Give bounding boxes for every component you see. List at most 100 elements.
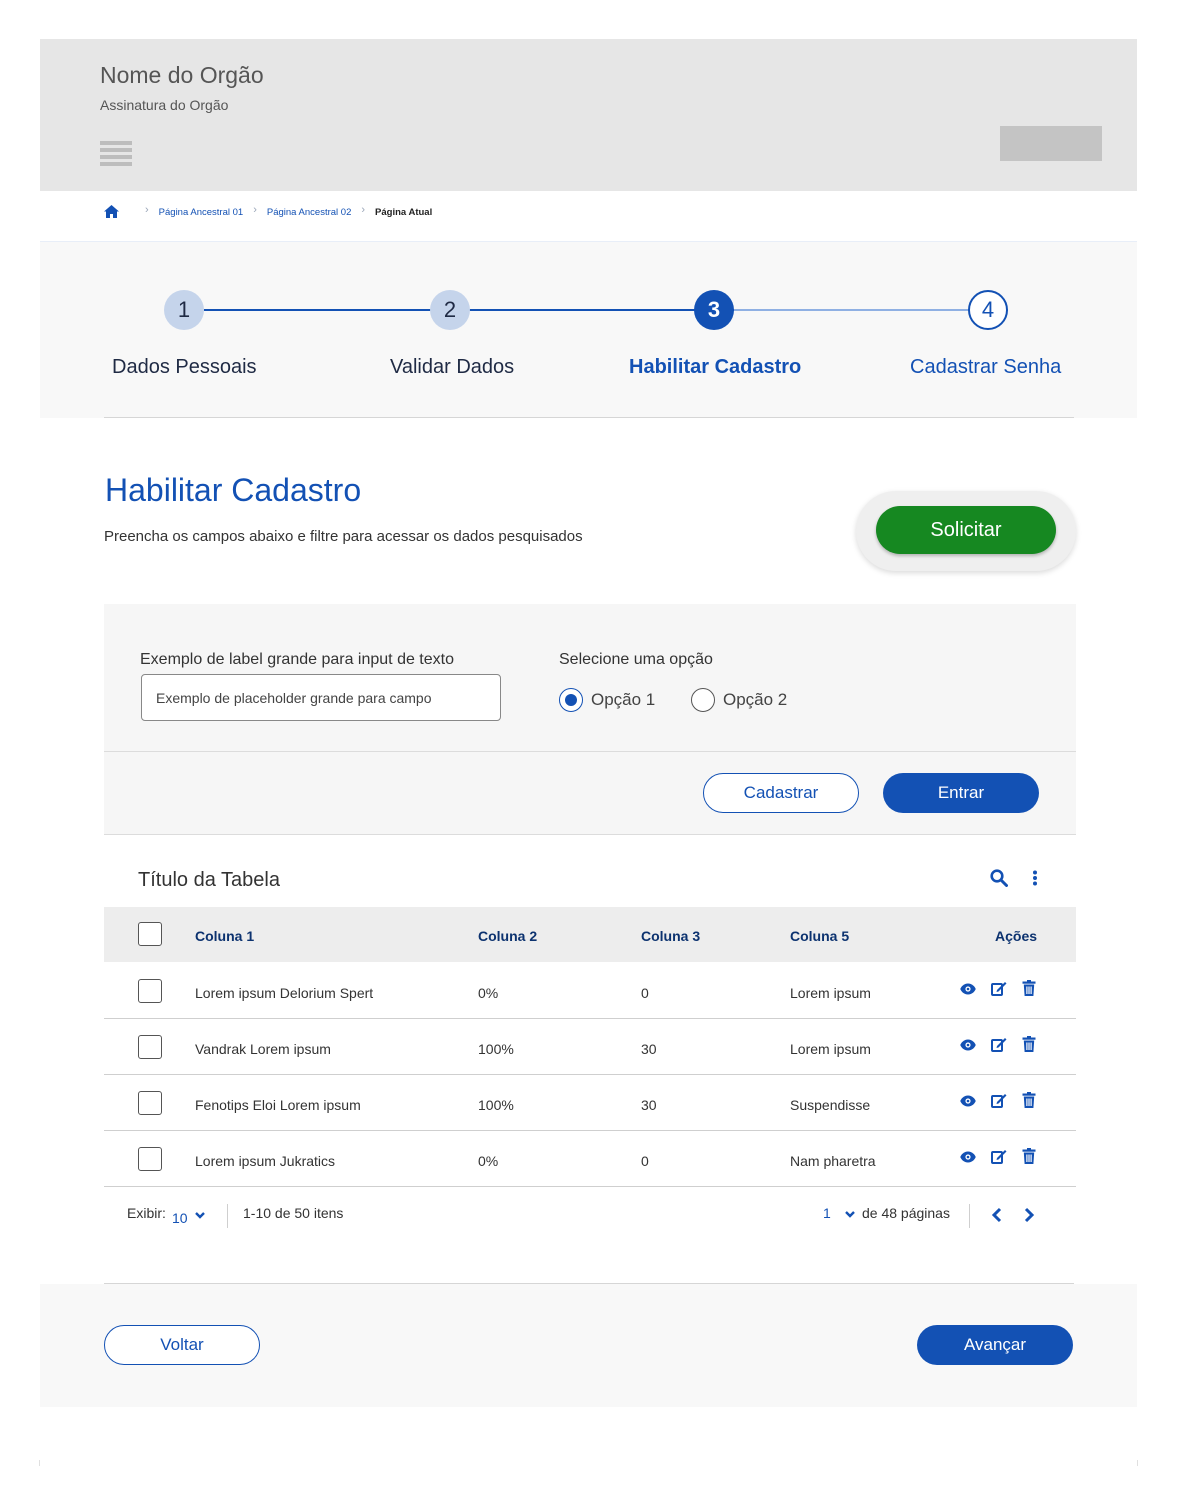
solicitar-button[interactable]: Solicitar <box>876 506 1056 554</box>
table-cell: Fenotips Eloi Lorem ipsum <box>195 1097 361 1113</box>
column-header-2[interactable]: Coluna 2 <box>478 928 537 944</box>
table-cell: 100% <box>478 1041 514 1057</box>
select-all-checkbox[interactable] <box>138 922 162 946</box>
column-header-1[interactable]: Coluna 1 <box>195 928 254 944</box>
table-row[interactable]: Vandrak Lorem ipsum 100% 30 Lorem ipsum <box>104 1019 1076 1075</box>
breadcrumb-link-1[interactable]: Página Ancestral 01 <box>159 207 244 218</box>
avancar-button[interactable]: Avançar <box>917 1325 1073 1365</box>
chevron-left-icon[interactable] <box>991 1207 1003 1223</box>
step-3-label: Habilitar Cadastro <box>629 356 802 378</box>
table-cell: 100% <box>478 1097 514 1113</box>
current-page-select[interactable]: 1 <box>823 1205 831 1221</box>
page-count: de 48 páginas <box>862 1205 950 1221</box>
breadcrumb-link-2[interactable]: Página Ancestral 02 <box>267 207 352 218</box>
filter-form: Exemplo de label grande para input de te… <box>104 604 1076 751</box>
chevron-right-icon: › <box>361 204 366 216</box>
eye-icon[interactable] <box>960 1151 976 1163</box>
radio-option-2-label[interactable]: Opção 2 <box>723 690 787 710</box>
table-cell: 0 <box>641 1153 649 1169</box>
chevron-right-icon[interactable] <box>1023 1207 1035 1223</box>
menu-icon[interactable] <box>100 141 132 168</box>
step-4-circle[interactable]: 4 <box>968 290 1008 330</box>
step-2-circle[interactable]: 2 <box>430 290 470 330</box>
cadastrar-button[interactable]: Cadastrar <box>703 773 859 813</box>
pagination-divider <box>227 1204 228 1228</box>
table-cell: Nam pharetra <box>790 1153 876 1169</box>
table-row[interactable]: Lorem ipsum Delorium Spert 0% 0 Lorem ipsum <box>104 963 1076 1019</box>
footer-actions: Voltar Avançar <box>40 1284 1137 1407</box>
search-icon[interactable] <box>990 869 1008 887</box>
home-icon[interactable] <box>104 205 119 219</box>
column-header-3[interactable]: Coluna 3 <box>641 928 700 944</box>
row-checkbox[interactable] <box>138 1035 162 1059</box>
table-cell: 30 <box>641 1097 657 1113</box>
trash-icon[interactable] <box>1022 1036 1036 1052</box>
trash-icon[interactable] <box>1022 1092 1036 1108</box>
trash-icon[interactable] <box>1022 1148 1036 1164</box>
text-input[interactable] <box>141 674 501 721</box>
more-vertical-icon[interactable] <box>1031 870 1039 886</box>
table-cell: Lorem ipsum <box>790 985 871 1001</box>
org-signature: Assinatura do Orgão <box>100 97 229 113</box>
step-3-circle[interactable]: 3 <box>694 290 734 330</box>
page-edge-mark <box>1137 1460 1138 1466</box>
column-header-5[interactable]: Coluna 5 <box>790 928 849 944</box>
header-placeholder-box[interactable] <box>1000 126 1102 161</box>
eye-icon[interactable] <box>960 1095 976 1107</box>
voltar-button[interactable]: Voltar <box>104 1325 260 1365</box>
page-subtitle: Preencha os campos abaixo e filtre para … <box>104 528 583 545</box>
header: Nome do Orgão Assinatura do Orgão <box>40 39 1137 191</box>
step-1-label: Dados Pessoais <box>112 356 257 378</box>
row-checkbox[interactable] <box>138 979 162 1003</box>
column-header-actions: Ações <box>995 928 1038 944</box>
solicitar-container: Solicitar <box>856 491 1076 571</box>
org-name: Nome do Orgão <box>100 62 264 88</box>
text-input-label: Exemplo de label grande para input de te… <box>140 651 454 668</box>
chevron-down-icon[interactable] <box>194 1210 206 1220</box>
stepper: 1 2 3 4 Dados Pessoais Validar Dados Hab… <box>40 242 1137 418</box>
eye-icon[interactable] <box>960 1039 976 1051</box>
chevron-down-icon[interactable] <box>844 1209 856 1219</box>
edit-icon[interactable] <box>991 1093 1007 1108</box>
breadcrumb: › Página Ancestral 01 › Página Ancestral… <box>104 203 432 221</box>
edit-icon[interactable] <box>991 981 1007 996</box>
breadcrumb-current: Página Atual <box>375 206 433 218</box>
page-size-select[interactable]: 10 <box>172 1210 188 1226</box>
table-row[interactable]: Fenotips Eloi Lorem ipsum 100% 30 Suspendis… <box>104 1075 1076 1131</box>
table-cell: Lorem ipsum <box>790 1041 871 1057</box>
radio-option-1-label[interactable]: Opção 1 <box>591 690 655 710</box>
item-range: 1-10 de 50 itens <box>243 1205 344 1221</box>
trash-icon[interactable] <box>1022 980 1036 996</box>
table-cell: 0% <box>478 1153 499 1169</box>
form-actions: Cadastrar Entrar <box>104 751 1076 835</box>
table-row[interactable]: Lorem ipsum Jukratics 0% 0 Nam pharetra <box>104 1131 1076 1187</box>
page-edge-mark <box>39 1460 40 1466</box>
pagination-divider <box>969 1204 970 1228</box>
pagination: Exibir: 10 1-10 de 50 itens 1 de 48 pági… <box>104 1188 1076 1238</box>
chevron-right-icon: › <box>253 204 257 216</box>
table-header: Coluna 1 Coluna 2 Coluna 3 Coluna 5 Açõe… <box>104 907 1076 962</box>
row-checkbox[interactable] <box>138 1091 162 1115</box>
radio-option-2[interactable] <box>691 688 715 712</box>
page-title: Habilitar Cadastro <box>105 472 362 508</box>
eye-icon[interactable] <box>960 983 976 995</box>
step-1-circle[interactable]: 1 <box>164 290 204 330</box>
table-cell: 0% <box>478 985 499 1001</box>
table-cell: 30 <box>641 1041 657 1057</box>
row-checkbox[interactable] <box>138 1147 162 1171</box>
table-cell: Lorem ipsum Jukratics <box>195 1153 336 1169</box>
step-4-label: Cadastrar Senha <box>910 356 1062 378</box>
edit-icon[interactable] <box>991 1149 1007 1164</box>
table-cell: 0 <box>641 985 649 1001</box>
entrar-button[interactable]: Entrar <box>883 773 1039 813</box>
radio-group-label: Selecione uma opção <box>559 651 713 668</box>
table-cell: Suspendisse <box>790 1097 871 1113</box>
stepper-divider <box>104 417 1074 418</box>
radio-option-1[interactable] <box>559 688 583 712</box>
step-2-label: Validar Dados <box>390 356 515 378</box>
edit-icon[interactable] <box>991 1037 1007 1052</box>
table-title: Título da Tabela <box>138 869 280 891</box>
table-cell: Vandrak Lorem ipsum <box>195 1041 331 1057</box>
chevron-right-icon: › <box>145 204 149 216</box>
show-label: Exibir: <box>127 1205 166 1221</box>
